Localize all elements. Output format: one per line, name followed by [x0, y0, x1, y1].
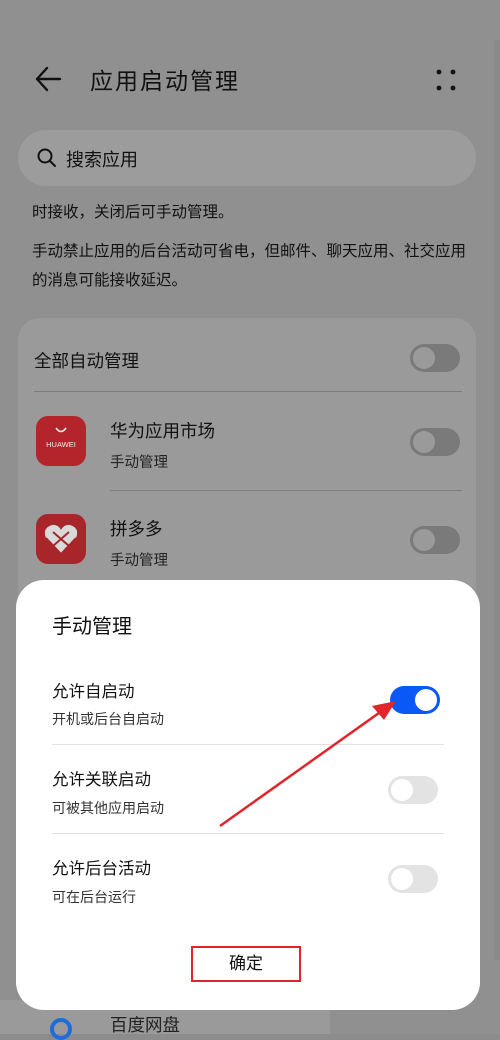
baidu-netdisk-icon — [50, 1018, 72, 1040]
manual-manage-dialog: 手动管理 允许自启动 开机或后台自启动 允许关联启动 可被其他应用启动 允许后台… — [16, 580, 480, 1010]
all-auto-label: 全部自动管理 — [34, 352, 139, 372]
description-line-2: 手动禁止应用的后台活动可省电，但邮件、聊天应用、社交应用的消息可能接收延迟。 — [32, 242, 467, 289]
app-name: 拼多多 — [110, 520, 163, 540]
search-icon — [37, 148, 56, 167]
divider — [52, 833, 444, 834]
search-placeholder: 搜索应用 — [66, 150, 138, 171]
confirm-button[interactable]: 确定 — [191, 946, 301, 982]
all-auto-toggle[interactable] — [410, 344, 460, 372]
huawei-appgallery-icon: HUAWEI — [36, 416, 86, 466]
associated-launch-sub: 可被其他应用启动 — [52, 801, 164, 817]
app-toggle[interactable] — [410, 428, 460, 456]
auto-launch-sub: 开机或后台自启动 — [52, 712, 164, 728]
scroll-edge — [494, 40, 500, 960]
background-activity-sub: 可在后台运行 — [52, 890, 136, 906]
pinduoduo-icon — [36, 514, 86, 564]
description-line-1: 时接收，关闭后可手动管理。 — [32, 203, 234, 221]
app-toggle[interactable] — [410, 526, 460, 554]
page-title: 应用启动管理 — [90, 69, 240, 95]
divider — [110, 490, 462, 491]
auto-launch-label: 允许自启动 — [52, 682, 135, 701]
more-icon[interactable] — [434, 66, 458, 94]
auto-launch-toggle[interactable] — [390, 686, 440, 714]
huawei-logo-text: HUAWEI — [46, 440, 76, 449]
header: 应用启动管理 — [0, 40, 500, 120]
associated-launch-toggle[interactable] — [388, 776, 438, 804]
associated-launch-label: 允许关联启动 — [52, 770, 151, 789]
app-status: 手动管理 — [110, 455, 168, 471]
app-name: 百度网盘 — [110, 1016, 180, 1036]
divider — [52, 744, 444, 745]
dialog-title: 手动管理 — [52, 614, 132, 638]
search-input[interactable]: 搜索应用 — [18, 130, 476, 186]
app-status: 手动管理 — [110, 553, 168, 569]
background-activity-toggle[interactable] — [388, 865, 438, 893]
background-activity-label: 允许后台活动 — [52, 859, 151, 878]
app-name: 华为应用市场 — [110, 422, 215, 442]
divider — [34, 391, 462, 392]
back-arrow-icon[interactable] — [32, 62, 66, 96]
